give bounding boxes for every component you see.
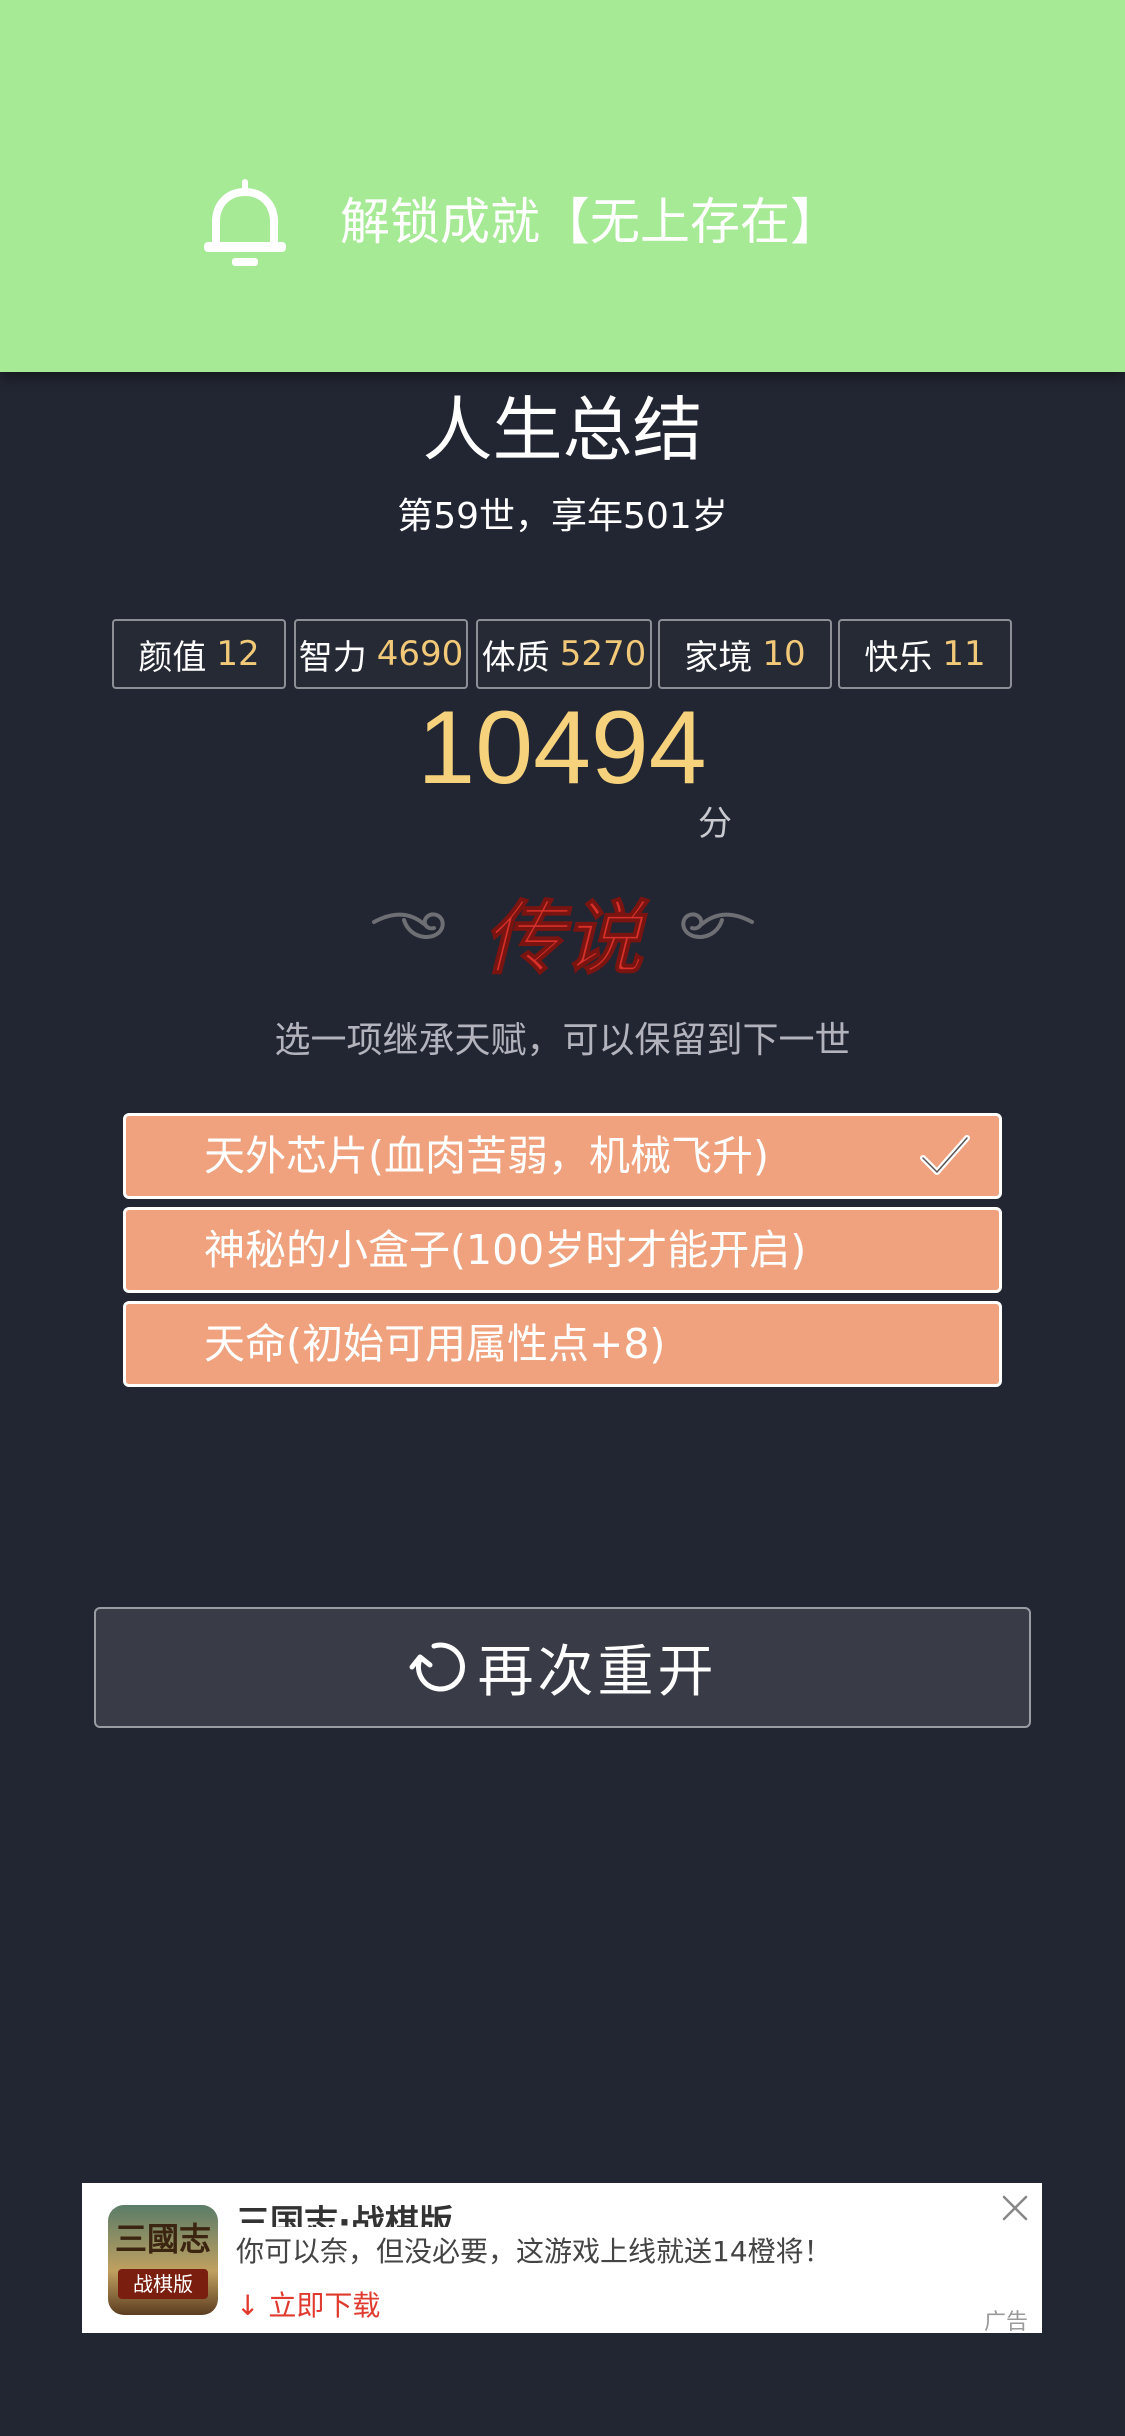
score-unit: 分	[698, 804, 732, 844]
inherit-hint: 选一项继承天赋，可以保留到下一世	[274, 1020, 851, 1061]
stat-label: 颜值	[138, 637, 207, 678]
logo-subtitle: 战棋版	[118, 2269, 208, 2299]
ad-banner[interactable]: 三國志 战棋版 三国志·战棋版 你可以奈，但没必要，这游戏上线就送14橙将！ ↓…	[82, 2183, 1042, 2333]
notification-text: 解锁成就【无上存在】	[340, 193, 840, 251]
talent-option[interactable]: 神秘的小盒子(100岁时才能开启)	[123, 1207, 1002, 1293]
bell-icon	[204, 179, 286, 266]
life-info: 第59世，享年501岁	[397, 496, 728, 537]
talent-name: 天外芯片(血肉苦弱，机械飞升)	[204, 1132, 769, 1180]
download-arrow-icon: ↓	[236, 2289, 260, 2322]
achievement-notification[interactable]: 解锁成就【无上存在】	[0, 0, 1125, 372]
checkmark-icon	[920, 1135, 970, 1175]
talent-option[interactable]: 天外芯片(血肉苦弱，机械飞升)	[123, 1113, 1002, 1199]
ad-description: 你可以奈，但没必要，这游戏上线就送14橙将！	[236, 2235, 832, 2268]
stat-label: 体质	[481, 637, 550, 678]
stat-label: 智力	[298, 637, 367, 678]
stat-value: 12	[216, 634, 260, 674]
stat-value: 5270	[559, 634, 647, 674]
ad-title: 三国志·战棋版	[236, 2205, 453, 2227]
restart-button[interactable]: 再次重开	[94, 1607, 1031, 1728]
ad-app-logo[interactable]: 三國志 战棋版	[108, 2205, 218, 2315]
stat-happiness: 快乐 11	[838, 619, 1012, 689]
total-score: 10494	[417, 690, 707, 806]
stat-constitution: 体质 5270	[476, 619, 652, 689]
stat-family: 家境 10	[658, 619, 832, 689]
download-label: 立即下载	[268, 2289, 381, 2322]
left-cloud-ornament	[372, 912, 445, 939]
stat-appearance: 颜值 12	[112, 619, 286, 689]
right-cloud-ornament	[681, 912, 754, 939]
close-icon[interactable]	[998, 2191, 1032, 2225]
logo-title: 三國志	[114, 2220, 211, 2258]
stat-value: 10	[762, 634, 806, 674]
score-block: 10494	[412, 690, 712, 890]
stat-intelligence: 智力 4690	[294, 619, 468, 689]
life-summary-screen: 解锁成就【无上存在】 人生总结 第59世，享年501岁 颜值 12 智力 4690 …	[0, 0, 1125, 2436]
stat-value: 11	[942, 634, 986, 674]
restart-label: 再次重开	[477, 1640, 718, 1705]
ad-download-link[interactable]: ↓ 立即下载	[236, 2279, 380, 2333]
page-title: 人生总结	[422, 389, 703, 471]
stat-label: 家境	[684, 637, 753, 678]
talent-list: 天外芯片(血肉苦弱，机械飞升) 神秘的小盒子(100岁时才能开启) 天命(初始可…	[123, 1113, 1002, 1395]
stat-value: 4690	[376, 634, 464, 674]
ad-mark: 广告	[983, 2310, 1028, 2334]
rank-label: 传说	[483, 891, 650, 985]
rank-emblem: 传说	[372, 890, 754, 986]
talent-option[interactable]: 天命(初始可用属性点+8)	[123, 1301, 1002, 1387]
talent-name: 神秘的小盒子(100岁时才能开启)	[204, 1226, 807, 1274]
talent-name: 天命(初始可用属性点+8)	[204, 1320, 666, 1368]
refresh-icon	[409, 1642, 465, 1692]
stat-label: 快乐	[864, 637, 933, 678]
